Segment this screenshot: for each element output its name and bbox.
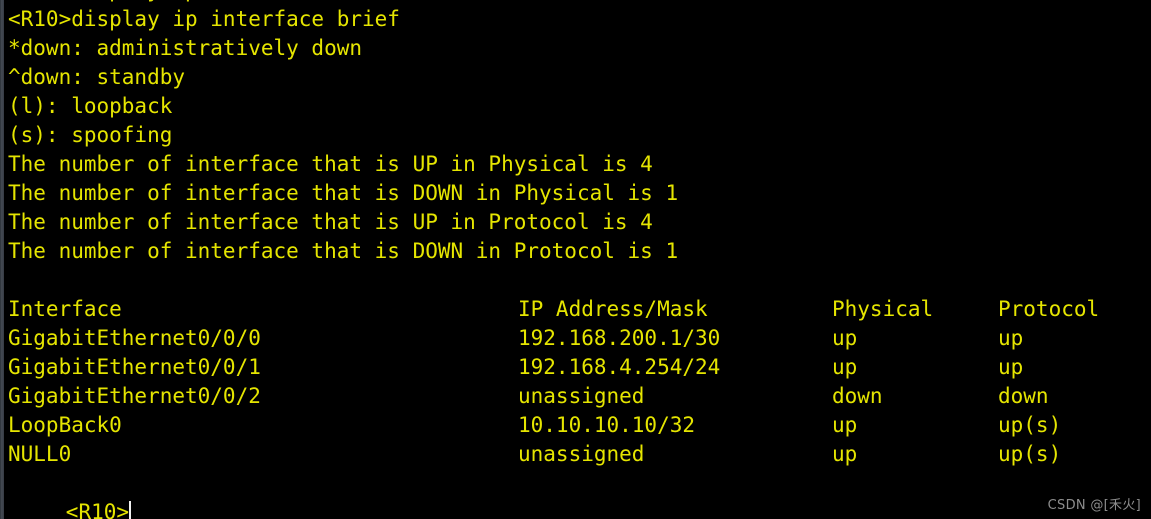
legend-line-spoofing: (s): spoofing bbox=[8, 123, 173, 147]
row-ip-address: unassigned bbox=[518, 442, 645, 466]
row-physical-status: up bbox=[832, 326, 858, 350]
legend-line-loopback: (l): loopback bbox=[8, 94, 173, 118]
row-protocol-status: up bbox=[998, 326, 1024, 350]
text-cursor bbox=[129, 501, 132, 519]
csdn-watermark: CSDN @[禾火] bbox=[1047, 498, 1141, 513]
shell-prompt: <R10> bbox=[65, 500, 130, 519]
table-header-protocol: Protocol bbox=[998, 297, 1100, 321]
summary-line-down-physical: The number of interface that is DOWN in … bbox=[8, 181, 679, 205]
table-row: LoopBack0 10.10.10.10/32 up up(s) bbox=[8, 411, 1148, 440]
summary-line-up-protocol: The number of interface that is UP in Pr… bbox=[8, 210, 653, 234]
row-protocol-status: up(s) bbox=[998, 413, 1062, 437]
command-line: <R10>display ip interface brief bbox=[8, 7, 400, 31]
row-physical-status: up bbox=[832, 413, 858, 437]
row-interface-name: GigabitEthernet0/0/1 bbox=[8, 355, 261, 379]
window-left-edge-strip bbox=[0, 0, 4, 519]
row-physical-status: up bbox=[832, 355, 858, 379]
terminal-window[interactable]: <R10>display ip interface brief <R10>dis… bbox=[0, 0, 1151, 519]
row-physical-status: down bbox=[832, 384, 883, 408]
row-ip-address: 192.168.4.254/24 bbox=[518, 355, 721, 379]
summary-line-down-protocol: The number of interface that is DOWN in … bbox=[8, 239, 679, 263]
row-physical-status: up bbox=[832, 442, 858, 466]
row-interface-name: GigabitEthernet0/0/0 bbox=[8, 326, 261, 350]
row-protocol-status: up bbox=[998, 355, 1024, 379]
legend-line-admin-down: *down: administratively down bbox=[8, 36, 363, 60]
row-ip-address: 192.168.200.1/30 bbox=[518, 326, 721, 350]
table-header-row: Interface IP Address/Mask Physical Proto… bbox=[8, 295, 1148, 324]
table-header-ip-address-mask: IP Address/Mask bbox=[518, 297, 708, 321]
row-interface-name: GigabitEthernet0/0/2 bbox=[8, 384, 261, 408]
table-header-physical: Physical bbox=[832, 297, 934, 321]
table-row: GigabitEthernet0/0/2 unassigned down dow… bbox=[8, 382, 1148, 411]
terminal-output[interactable]: <R10>display ip interface brief *down: a… bbox=[8, 5, 1148, 519]
blank-separator-line bbox=[8, 266, 1148, 295]
row-ip-address: unassigned bbox=[518, 384, 645, 408]
table-header-interface: Interface bbox=[8, 297, 122, 321]
summary-line-up-physical: The number of interface that is UP in Ph… bbox=[8, 152, 653, 176]
table-row: GigabitEthernet0/0/0 192.168.200.1/30 up… bbox=[8, 324, 1148, 353]
row-interface-name: NULL0 bbox=[8, 442, 72, 466]
row-ip-address: 10.10.10.10/32 bbox=[518, 413, 696, 437]
row-protocol-status: up(s) bbox=[998, 442, 1062, 466]
legend-line-standby: ^down: standby bbox=[8, 65, 186, 89]
prompt-line[interactable]: <R10> bbox=[8, 469, 1148, 519]
table-row: GigabitEthernet0/0/1 192.168.4.254/24 up… bbox=[8, 353, 1148, 382]
table-row: NULL0 unassigned up up(s) bbox=[8, 440, 1148, 469]
row-interface-name: LoopBack0 bbox=[8, 413, 122, 437]
row-protocol-status: down bbox=[998, 384, 1049, 408]
